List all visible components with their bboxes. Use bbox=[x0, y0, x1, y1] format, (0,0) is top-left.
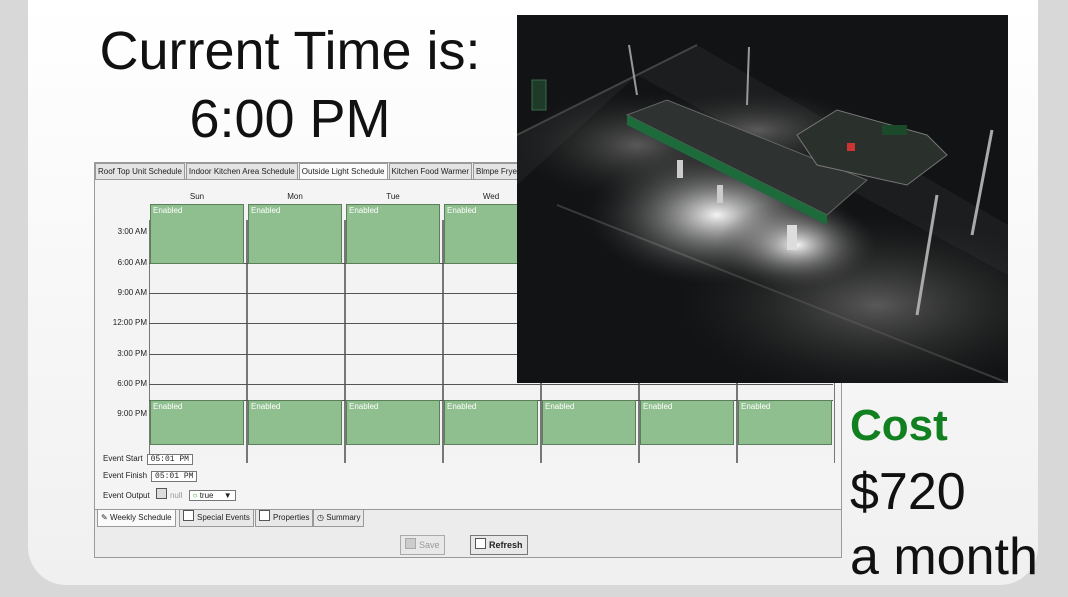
time-label: 6:00 PM bbox=[117, 379, 147, 388]
chevron-down-icon: ▼ bbox=[223, 491, 232, 500]
save-icon bbox=[405, 538, 416, 549]
tab-fryer[interactable]: Blmpe Fryer bbox=[473, 163, 523, 179]
time-label: 6:00 AM bbox=[117, 258, 147, 267]
null-checkbox[interactable] bbox=[155, 488, 167, 499]
day-header-sun: Sun bbox=[189, 192, 205, 201]
refresh-icon bbox=[475, 538, 486, 549]
cost-amount: $720 bbox=[850, 463, 966, 521]
event-finish-row: Event Finish 05:01 PM bbox=[103, 471, 198, 482]
event-output-select[interactable]: ○ true ▼ bbox=[188, 490, 236, 501]
document-icon bbox=[259, 510, 270, 521]
enabled-block[interactable]: Enabled bbox=[640, 400, 734, 445]
enabled-block[interactable]: Enabled bbox=[248, 400, 342, 445]
tab-summary[interactable]: ◷ Summary bbox=[313, 510, 365, 527]
refresh-button[interactable]: Refresh bbox=[470, 535, 528, 555]
tab-kitchen-food-warmer[interactable]: Kitchen Food Warmer bbox=[388, 163, 473, 179]
current-time-value: 6:00 PM bbox=[189, 89, 391, 149]
calendar-icon bbox=[183, 510, 194, 521]
event-start-row: Event Start 05:01 PM bbox=[103, 454, 193, 465]
render-image bbox=[517, 15, 1008, 383]
day-header-mon: Mon bbox=[287, 192, 303, 201]
event-output-value: true bbox=[199, 491, 214, 500]
enabled-block[interactable]: Enabled bbox=[150, 400, 244, 445]
event-start-label: Event Start bbox=[103, 454, 143, 463]
tab-roof-top-unit[interactable]: Roof Top Unit Schedule bbox=[95, 163, 185, 179]
time-label: 3:00 PM bbox=[117, 349, 147, 358]
cost-title: Cost bbox=[850, 401, 948, 450]
time-label: 12:00 PM bbox=[112, 318, 147, 327]
tab-properties[interactable]: Properties bbox=[255, 510, 314, 527]
time-label: 3:00 AM bbox=[117, 227, 147, 236]
clock-icon: ◷ bbox=[317, 513, 324, 522]
bottom-tabs: ✎ Weekly Schedule Special Events Propert… bbox=[95, 509, 841, 528]
event-output-label: Event Output bbox=[103, 491, 150, 500]
current-time-label: Current Time is: bbox=[99, 21, 481, 81]
gas-station-night-render bbox=[517, 15, 1008, 383]
day-header-tue: Tue bbox=[386, 192, 400, 201]
time-label: 9:00 AM bbox=[117, 288, 147, 297]
enabled-block[interactable]: Enabled bbox=[150, 204, 244, 264]
save-button[interactable]: Save bbox=[400, 535, 445, 555]
tab-outside-light[interactable]: Outside Light Schedule bbox=[298, 163, 388, 179]
enabled-block[interactable]: Enabled bbox=[444, 400, 538, 445]
event-output-row: Event Output null ○ true ▼ bbox=[103, 488, 236, 501]
event-finish-label: Event Finish bbox=[103, 471, 148, 480]
circle-icon: ○ bbox=[192, 491, 198, 500]
schedule-tabs: Roof Top Unit Schedule Indoor Kitchen Ar… bbox=[95, 163, 524, 179]
enabled-block[interactable]: Enabled bbox=[248, 204, 342, 264]
null-label: null bbox=[169, 491, 183, 500]
event-start-field[interactable]: 05:01 PM bbox=[146, 454, 193, 465]
enabled-block[interactable]: Enabled bbox=[542, 400, 636, 445]
event-finish-field[interactable]: 05:01 PM bbox=[151, 471, 198, 482]
enabled-block[interactable]: Enabled bbox=[738, 400, 832, 445]
tab-weekly-schedule[interactable]: ✎ Weekly Schedule bbox=[97, 510, 176, 527]
schedule-icon: ✎ bbox=[101, 513, 108, 522]
tab-special-events[interactable]: Special Events bbox=[179, 510, 254, 527]
enabled-block[interactable]: Enabled bbox=[346, 204, 440, 264]
tab-indoor-kitchen[interactable]: Indoor Kitchen Area Schedule bbox=[185, 163, 298, 179]
cost-period: a month bbox=[850, 528, 1038, 586]
grid-line bbox=[149, 384, 833, 385]
time-label: 9:00 PM bbox=[117, 409, 147, 418]
enabled-block[interactable]: Enabled bbox=[346, 400, 440, 445]
